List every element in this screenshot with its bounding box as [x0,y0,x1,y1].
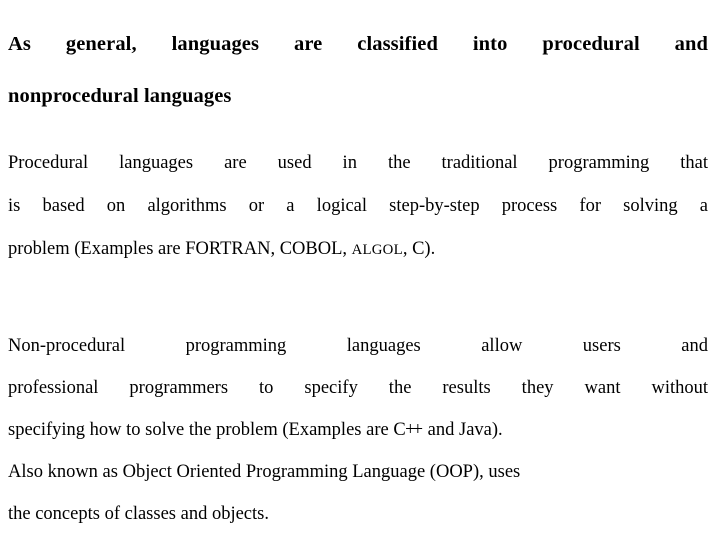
cpp-language-name: C++ [393,420,423,440]
procedural-line-2: is based on algorithms or a logical step… [8,196,708,216]
nonprocedural-line-2: professional programmers to specify the … [8,378,708,398]
heading-line-2: nonprocedural languages [8,85,232,107]
cpp-plus-second: + [412,420,424,440]
nonprocedural-line-4: Also known as Object Oriented Programmin… [8,462,521,482]
procedural-line-3-suffix: , C). [402,239,436,259]
procedural-line-1: Procedural languages are used in the tra… [8,153,708,173]
heading-line-1: As general, languages are classified int… [8,33,708,55]
nonprocedural-line-5: the concepts of classes and objects. [8,504,269,524]
nonprocedural-line-3-suffix: and Java). [423,420,503,440]
nonprocedural-line-3: specifying how to solve the problem (Exa… [8,409,708,451]
procedural-line-3-prefix: problem (Examples are FORTRAN, COBOL, [8,239,352,259]
paragraph-nonprocedural-languages: Non-procedural programming languages all… [8,325,708,535]
paragraph-procedural-languages: Procedural languages are used in the tra… [8,142,708,272]
procedural-line-3: problem (Examples are FORTRAN, COBOL, AL… [8,228,708,272]
cpp-plus-first: + [405,420,415,440]
cpp-letter: C [393,420,406,440]
nonprocedural-line-3-prefix: specifying how to solve the problem (Exa… [8,420,394,440]
slide-canvas: As general, languages are classified int… [0,0,720,540]
nonprocedural-line-1: Non-procedural programming languages all… [8,336,708,356]
slide-heading: As general, languages are classified int… [8,0,708,122]
algol-smallcaps-text: ALGOL [351,242,403,258]
